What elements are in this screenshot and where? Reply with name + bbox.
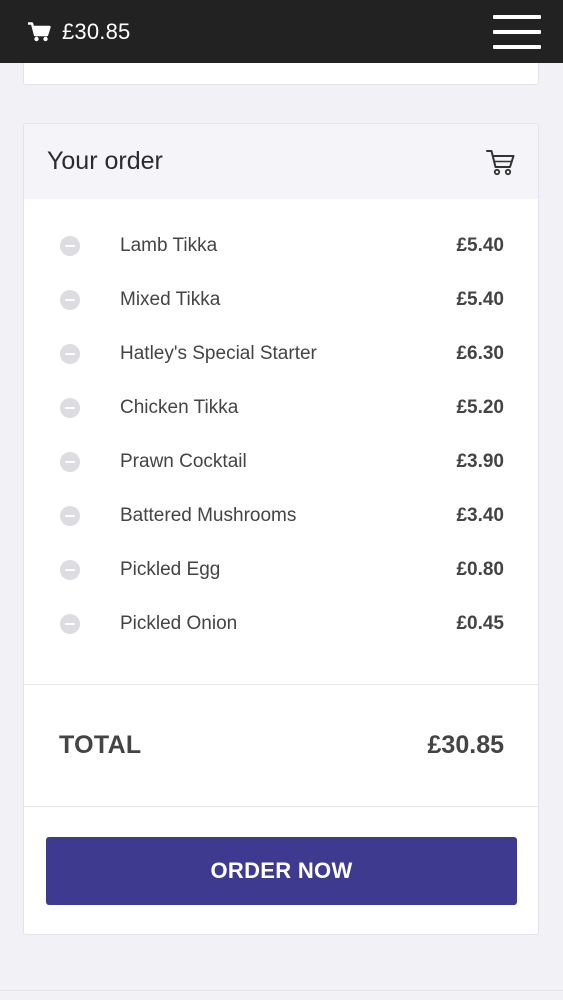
shopping-cart-icon [28, 21, 51, 42]
cart-summary-button[interactable]: £30.85 [28, 19, 131, 45]
remove-item-icon[interactable] [60, 398, 80, 418]
item-name: Prawn Cocktail [120, 451, 247, 472]
order-card: Your order Lamb Tikka £5.40 Mixed Tikka … [23, 123, 539, 935]
item-price: £5.40 [456, 289, 504, 310]
list-item: Prawn Cocktail £3.90 [24, 435, 538, 489]
item-name: Lamb Tikka [120, 235, 218, 256]
list-item: Chicken Tikka £5.20 [24, 381, 538, 435]
item-name: Hatley's Special Starter [120, 343, 317, 364]
item-name: Pickled Onion [120, 613, 238, 634]
list-item: Pickled Egg £0.80 [24, 543, 538, 597]
top-bar: £30.85 [0, 0, 563, 63]
item-name: Mixed Tikka [120, 289, 221, 310]
order-total-row: TOTAL £30.85 [24, 685, 538, 806]
item-name: Battered Mushrooms [120, 505, 297, 526]
remove-item-icon[interactable] [60, 236, 80, 256]
hamburger-menu-icon[interactable] [493, 14, 541, 49]
divider [24, 806, 538, 807]
order-now-button[interactable]: ORDER NOW [46, 837, 517, 905]
remove-item-icon[interactable] [60, 452, 80, 472]
remove-item-icon[interactable] [60, 506, 80, 526]
list-item: Pickled Onion £0.45 [24, 597, 538, 651]
order-header: Your order [24, 124, 538, 199]
cart-amount: £30.85 [62, 18, 131, 44]
item-price: £3.40 [456, 505, 504, 526]
divider [0, 990, 563, 991]
remove-item-icon[interactable] [60, 290, 80, 310]
item-price: £0.80 [456, 559, 504, 580]
item-price: £5.40 [456, 235, 504, 256]
item-name: Pickled Egg [120, 559, 221, 580]
remove-item-icon[interactable] [60, 344, 80, 364]
list-item: Mixed Tikka £5.40 [24, 273, 538, 327]
item-price: £5.20 [456, 397, 504, 418]
item-price: £3.90 [456, 451, 504, 472]
order-items-list: Lamb Tikka £5.40 Mixed Tikka £5.40 Hatle… [24, 199, 538, 651]
menu-line [493, 29, 541, 34]
menu-line [493, 44, 541, 49]
remove-item-icon[interactable] [60, 614, 80, 634]
list-item: Hatley's Special Starter £6.30 [24, 327, 538, 381]
item-name: Chicken Tikka [120, 397, 239, 418]
item-price: £0.45 [456, 613, 504, 634]
list-item: Battered Mushrooms £3.40 [24, 489, 538, 543]
order-title: Your order [47, 147, 163, 175]
remove-item-icon[interactable] [60, 560, 80, 580]
list-item: Lamb Tikka £5.40 [24, 219, 538, 273]
item-price: £6.30 [456, 343, 504, 364]
total-value: £30.85 [427, 731, 504, 759]
menu-line [493, 14, 541, 19]
total-label: TOTAL [59, 731, 142, 759]
basket-cart-icon [486, 148, 516, 176]
